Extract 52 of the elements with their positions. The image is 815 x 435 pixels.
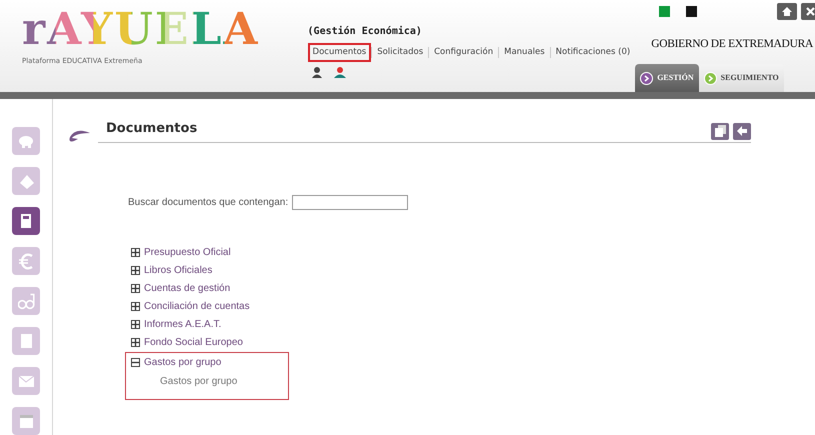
back-button[interactable] [733,122,751,140]
expand-toggle[interactable] [131,248,140,257]
government-title: GOBIERNO DE EXTREMADURA [651,37,813,52]
minus-icon [132,359,139,366]
sidebar-button[interactable] [12,207,40,235]
tree-item[interactable]: Fondo Social Europeo [144,335,243,350]
tree-item[interactable]: Libros Oficiales [144,263,212,278]
tab[interactable]: GESTIÓN [635,64,699,92]
home-button[interactable] [776,3,797,20]
documents-icon [714,125,726,137]
plus-icon [132,267,139,274]
plus-icon [132,249,139,256]
search-field[interactable] [292,194,408,210]
arrow-icon [68,128,90,142]
tab[interactable]: SEGUIMIENTO [698,64,784,92]
nav-link[interactable]: Solicitados [372,43,428,62]
page-title: Documentos [106,120,198,138]
expand-toggle[interactable] [131,302,140,311]
tree-item[interactable]: Gastos por grupo [144,355,222,370]
profile-title: (Gestión Económica) [308,24,423,39]
home-icon [782,7,792,16]
user-icon [334,66,346,78]
chevron-circle-icon [704,72,717,84]
close-icon [806,7,815,16]
expand-toggle[interactable] [131,284,140,293]
arrow-left-icon [737,126,747,136]
nav-link[interactable]: Configuración [429,43,498,62]
chevron-circle-icon [640,72,654,84]
close-button[interactable] [800,3,815,20]
tree-item[interactable]: Informes A.E.A.T. [144,317,222,332]
nav-link[interactable]: Documentos [308,43,372,62]
expand-toggle[interactable] [131,358,140,367]
nav-link[interactable]: Manuales [499,43,550,62]
tree-subitem[interactable]: Gastos por grupo [160,374,283,388]
plus-icon [132,339,139,346]
glasses-icon [18,292,34,310]
calendar-icon [18,412,34,430]
theme-swatch[interactable] [659,6,670,17]
theme-swatch[interactable] [686,6,698,17]
expand-toggle[interactable] [131,320,140,329]
tree-item[interactable]: Conciliación de cuentas [144,299,250,314]
euro-icon [18,252,34,270]
expand-toggle[interactable] [131,266,140,275]
documents-button[interactable] [711,122,729,140]
nav-link[interactable]: Notificaciones (0) [550,43,636,62]
search-label: Buscar documentos que contengan: [128,196,288,210]
expand-toggle[interactable] [131,338,140,347]
plus-icon [132,303,139,310]
tree-item[interactable]: Presupuesto Oficial [144,245,231,260]
plus-icon [132,285,139,292]
plus-icon [132,321,139,328]
tree-item[interactable]: Cuentas de gestión [144,281,230,296]
